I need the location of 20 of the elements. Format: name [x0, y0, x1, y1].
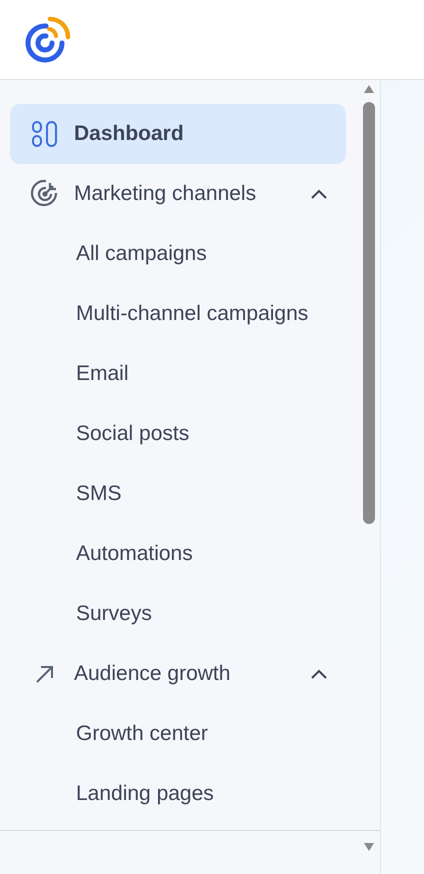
nav-item[interactable]: Audience growth [10, 644, 346, 704]
scroll-up-icon[interactable] [363, 84, 375, 94]
scrollbar[interactable] [362, 84, 376, 852]
nav-subitem[interactable]: All campaigns [10, 224, 346, 284]
nav-subitem[interactable]: SMS [10, 464, 346, 524]
nav-subitem[interactable]: Landing pages [10, 764, 346, 824]
nav-subitem[interactable]: Multi-channel campaigns [10, 284, 346, 344]
grid-icon [31, 120, 59, 148]
target-icon [30, 179, 60, 209]
scroll-down-icon[interactable] [363, 842, 375, 852]
nav-subitem[interactable]: Automations [10, 524, 346, 584]
nav-item[interactable]: Marketing channels [10, 164, 346, 224]
nav-subitem[interactable]: Growth center [10, 704, 346, 764]
scroll-thumb[interactable] [363, 102, 375, 524]
nav-subitem[interactable]: Email [10, 344, 346, 404]
nav-item[interactable]: Dashboard [10, 104, 346, 164]
caret-up-icon[interactable] [310, 668, 328, 680]
nav-subitem[interactable]: Social posts [10, 404, 346, 464]
caret-up-icon[interactable] [310, 188, 328, 200]
nav-subitem[interactable]: Surveys [10, 584, 346, 644]
